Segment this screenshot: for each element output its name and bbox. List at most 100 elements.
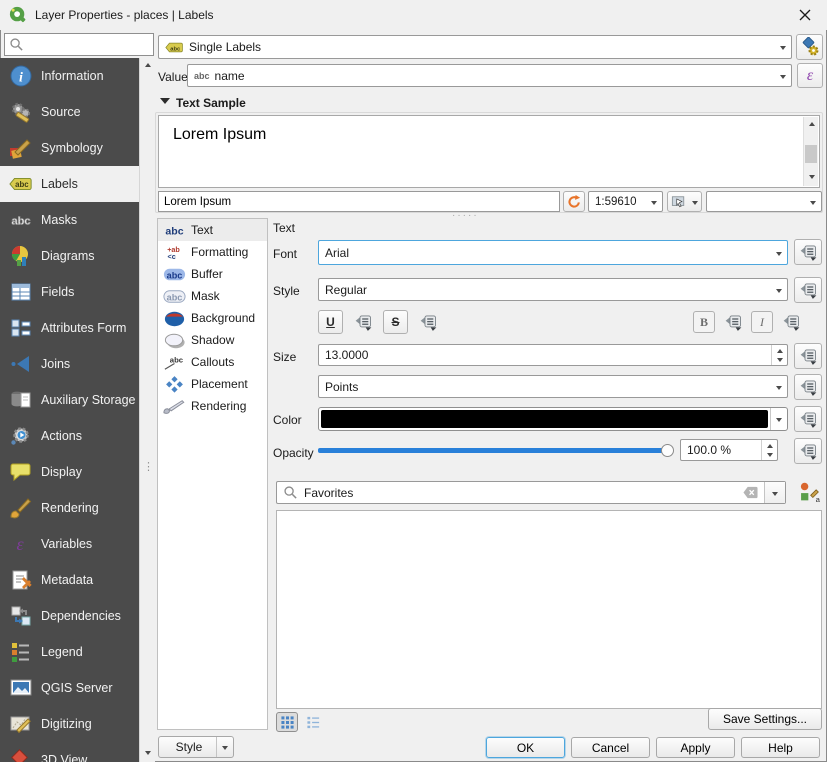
preview-scroll-down-icon[interactable] <box>805 171 819 186</box>
apply-button[interactable]: Apply <box>656 737 735 758</box>
preview-scroll-up-icon[interactable] <box>805 117 819 132</box>
display-icon <box>8 459 34 485</box>
tab-callouts[interactable]: abc Callouts <box>158 351 267 373</box>
sidebar-item-variables[interactable]: ε Variables <box>0 526 139 562</box>
collapse-triangle-icon[interactable] <box>160 98 170 109</box>
sidebar-item-metadata[interactable]: Metadata <box>0 562 139 598</box>
grid-view-icon <box>280 715 295 730</box>
sidebar-scroll-grip[interactable]: ⋮ <box>143 462 154 472</box>
sidebar-item-diagrams[interactable]: Diagrams <box>0 238 139 274</box>
data-defined-override-icon <box>418 312 439 333</box>
map-settings-button[interactable] <box>667 191 689 212</box>
sidebar-item-auxiliary-storage[interactable]: Auxiliary Storage <box>0 382 139 418</box>
clear-icon[interactable] <box>742 485 759 500</box>
layer-properties-dialog: Layer Properties - places | Labels i Inf… <box>0 0 827 762</box>
size-value: 13.0000 <box>325 348 368 362</box>
spinner-arrows-icon[interactable] <box>771 345 787 365</box>
tab-rendering[interactable]: Rendering <box>158 395 267 417</box>
tab-text[interactable]: abc Text <box>158 219 267 241</box>
sidebar-item-masks[interactable]: abc Masks <box>0 202 139 238</box>
override-color-button[interactable] <box>794 406 822 432</box>
sidebar-item-qgis-server[interactable]: QGIS Server <box>0 670 139 706</box>
override-opacity-button[interactable] <box>794 438 822 464</box>
sidebar-item-rendering[interactable]: Rendering <box>0 490 139 526</box>
sidebar-item-dependencies[interactable]: Dependencies <box>0 598 139 634</box>
sidebar-item-actions[interactable]: Actions <box>0 418 139 454</box>
icon-view-button[interactable] <box>276 712 298 732</box>
override-size-button[interactable] <box>794 343 822 369</box>
sample-scale-value: 1:59610 <box>595 196 637 208</box>
sidebar-item-fields[interactable]: Fields <box>0 274 139 310</box>
opacity-slider[interactable] <box>318 448 670 453</box>
font-selector[interactable]: Arial <box>318 240 788 265</box>
text-color-button[interactable] <box>318 407 788 431</box>
sidebar-scroll-down-icon[interactable] <box>141 747 155 762</box>
map-settings-dropdown[interactable] <box>688 191 702 212</box>
sidebar-item-3d-view[interactable]: 3D View <box>0 742 139 762</box>
override-underline-button[interactable] <box>349 310 377 334</box>
label-mode-selector[interactable]: abc Single Labels <box>158 35 792 59</box>
automated-placement-settings-button[interactable] <box>796 34 823 60</box>
svg-text:abc: abc <box>165 225 183 237</box>
sidebar-item-legend[interactable]: Legend <box>0 634 139 670</box>
tab-formatting[interactable]: +ab<c Formatting <box>158 241 267 263</box>
value-field-selector[interactable]: abc name <box>187 64 792 87</box>
italic-button[interactable]: I <box>751 311 773 333</box>
override-strikeout-button[interactable] <box>414 310 442 334</box>
tab-mask[interactable]: abc Mask <box>158 285 267 307</box>
sidebar-item-information[interactable]: i Information <box>0 58 139 94</box>
list-view-icon <box>306 715 321 730</box>
opacity-slider-handle[interactable] <box>661 444 674 457</box>
chevron-down-icon <box>774 36 791 58</box>
properties-search-input[interactable] <box>28 37 149 53</box>
tab-shadow[interactable]: Shadow <box>158 329 267 351</box>
bold-button[interactable]: B <box>693 311 715 333</box>
splitter-handle[interactable]: ····· <box>452 210 479 221</box>
label-mode-value: Single Labels <box>189 40 261 54</box>
chevron-down-icon[interactable] <box>764 482 785 503</box>
reset-sample-button[interactable] <box>563 191 585 212</box>
expression-builder-button[interactable]: ε <box>797 63 823 88</box>
ok-button[interactable]: OK <box>486 737 565 758</box>
override-style-button[interactable] <box>794 277 822 303</box>
sidebar-item-symbology[interactable]: Symbology <box>0 130 139 166</box>
sample-text-input[interactable] <box>158 191 560 212</box>
style-menu-button[interactable]: Style <box>158 736 234 758</box>
color-swatch <box>321 410 768 428</box>
background-tab-icon <box>161 310 187 327</box>
font-style-selector[interactable]: Regular <box>318 278 788 301</box>
sample-background-selector[interactable] <box>706 191 822 212</box>
tab-buffer[interactable]: abc Buffer <box>158 263 267 285</box>
sidebar-item-digitizing[interactable]: Digitizing <box>0 706 139 742</box>
spinner-arrows-icon[interactable] <box>761 440 777 460</box>
preview-scrollbar[interactable] <box>803 117 818 186</box>
sidebar-item-source[interactable]: Source <box>0 94 139 130</box>
strikeout-button[interactable]: S <box>383 310 408 334</box>
tab-placement[interactable]: Placement <box>158 373 267 395</box>
sidebar-scrollbar[interactable]: ⋮ <box>139 58 155 762</box>
save-settings-button[interactable]: Save Settings... <box>708 708 822 730</box>
sample-scale-selector[interactable]: 1:59610 <box>588 191 663 212</box>
list-view-button[interactable] <box>302 712 324 732</box>
sidebar-item-joins[interactable]: Joins <box>0 346 139 382</box>
cancel-button[interactable]: Cancel <box>571 737 650 758</box>
close-button[interactable] <box>783 0 827 30</box>
size-units-selector[interactable]: Points <box>318 375 788 398</box>
preview-scroll-thumb[interactable] <box>805 145 817 163</box>
sidebar-item-labels[interactable]: abc Labels <box>0 166 139 202</box>
tab-background[interactable]: Background <box>158 307 267 329</box>
sidebar-item-attributes-form[interactable]: Attributes Form <box>0 310 139 346</box>
favorites-filter[interactable]: Favorites <box>276 481 786 504</box>
size-spinbox[interactable]: 13.0000 <box>318 344 788 366</box>
override-font-button[interactable] <box>794 239 822 265</box>
sidebar-scroll-up-icon[interactable] <box>141 58 155 73</box>
style-manager-button[interactable]: a <box>795 478 823 506</box>
sidebar-item-display[interactable]: Display <box>0 454 139 490</box>
override-italic-button[interactable] <box>777 310 805 334</box>
override-units-button[interactable] <box>794 374 822 400</box>
help-button[interactable]: Help <box>741 737 820 758</box>
opacity-spinbox[interactable]: 100.0 % <box>680 439 778 461</box>
override-bold-button[interactable] <box>719 310 747 334</box>
data-defined-override-icon <box>353 312 374 333</box>
underline-button[interactable]: U <box>318 310 343 334</box>
